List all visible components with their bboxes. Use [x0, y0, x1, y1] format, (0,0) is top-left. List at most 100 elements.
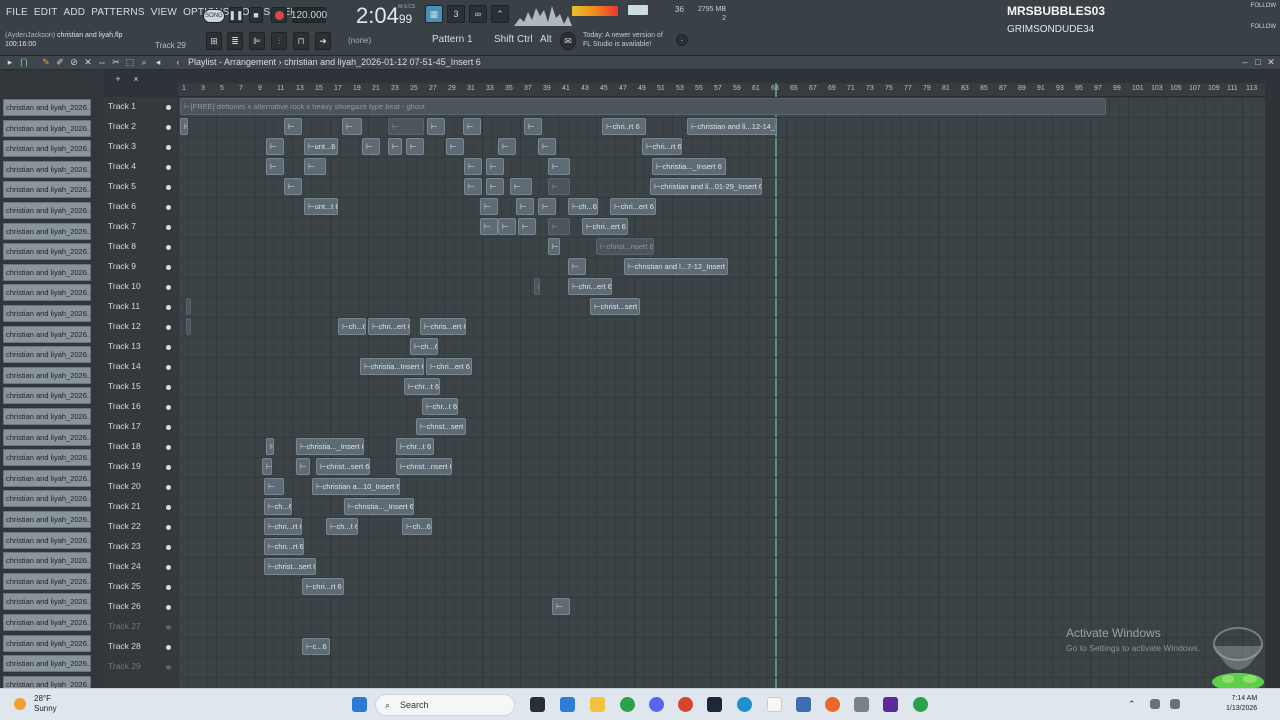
audio-clip[interactable]: ⊢christ...sert 6: [316, 458, 370, 475]
track-header[interactable]: Track 1: [104, 97, 178, 117]
pattern-item[interactable]: christian and liyah_2026...: [3, 160, 91, 178]
track-enable-led[interactable]: [166, 325, 171, 330]
track-header[interactable]: Track 13: [104, 337, 178, 357]
audio-clip[interactable]: ⊢: [548, 218, 570, 235]
audio-clip[interactable]: ⊢christia..._Insert 6: [296, 438, 364, 455]
pattern-item[interactable]: christian and liyah_2026...: [3, 284, 91, 302]
vertical-scrollbar[interactable]: [1266, 97, 1280, 688]
remove-icon[interactable]: ×: [130, 73, 142, 85]
audio-clip[interactable]: ⊢: [464, 158, 482, 175]
audio-clip[interactable]: ⊢: [388, 138, 402, 155]
pattern-item[interactable]: christian and liyah_2026...: [3, 325, 91, 343]
track-header[interactable]: Track 21: [104, 497, 178, 517]
paint-tool-icon[interactable]: ✐: [54, 56, 66, 68]
track-enable-led[interactable]: [166, 165, 171, 170]
alt-key[interactable]: Alt: [540, 34, 552, 45]
track-header[interactable]: Track 19: [104, 457, 178, 477]
zoom-tool-icon[interactable]: ⌕: [138, 56, 150, 68]
audio-clip[interactable]: ⊢: [180, 118, 188, 135]
metronome-icon[interactable]: ⌃: [491, 5, 509, 23]
channel-rack-icon[interactable]: ⊫: [249, 32, 265, 50]
audio-clip[interactable]: ⊢: [406, 138, 424, 155]
track-header[interactable]: Track 16: [104, 397, 178, 417]
audio-clip[interactable]: ⊢chri...rt 6: [264, 518, 302, 535]
pattern-item[interactable]: christian and liyah_2026...: [3, 428, 91, 446]
audio-clip[interactable]: ⊢: [480, 218, 498, 235]
pattern-item[interactable]: christian and liyah_2026...: [3, 614, 91, 631]
next-icon[interactable]: ➜: [315, 32, 331, 50]
audio-clip[interactable]: ⊢: [296, 458, 310, 475]
track-enable-led[interactable]: [166, 185, 171, 190]
audio-clip[interactable]: ⊢chri...rt 6: [642, 138, 682, 155]
track-header[interactable]: Track 28: [104, 637, 178, 657]
audio-clip[interactable]: ⊢christia..._Insert 6: [652, 158, 726, 175]
audio-clip[interactable]: ⊢: [498, 218, 516, 235]
track-enable-led[interactable]: [166, 285, 171, 290]
track-header[interactable]: Track 14: [104, 357, 178, 377]
track-enable-led[interactable]: [166, 585, 171, 590]
track-header[interactable]: Track 6: [104, 197, 178, 217]
pattern-item[interactable]: christian and liyah_2026...: [3, 552, 91, 570]
brave-icon[interactable]: [678, 697, 693, 712]
ctrl-key[interactable]: Ctrl: [517, 34, 533, 45]
pattern-item[interactable]: christian and liyah_2026...: [3, 572, 91, 590]
pattern-item[interactable]: christian and liyah_2026...: [3, 346, 91, 364]
news-icon[interactable]: ✉: [560, 32, 576, 50]
piano-roll-icon[interactable]: ≣: [227, 32, 243, 50]
audio-clip[interactable]: ⊢ch...6: [568, 198, 598, 215]
track-header[interactable]: Track 23: [104, 537, 178, 557]
pattern-item[interactable]: christian and liyah_2026...: [3, 387, 91, 405]
track-enable-led[interactable]: [166, 225, 171, 230]
audio-clip[interactable]: ⊢: [266, 438, 274, 455]
audio-clip[interactable]: ⊢ch...6: [410, 338, 438, 355]
slice-tool-icon[interactable]: ✂: [110, 56, 122, 68]
audio-clip[interactable]: ⊢ch...6: [264, 498, 292, 515]
track-enable-led[interactable]: [166, 305, 171, 310]
notepad-icon[interactable]: [767, 697, 782, 712]
wifi-icon[interactable]: [1150, 699, 1160, 709]
track-enable-led[interactable]: [166, 485, 171, 490]
minimize-icon[interactable]: ‒: [1240, 56, 1250, 68]
audio-clip[interactable]: ⊢: [186, 298, 191, 315]
track-header[interactable]: Track 27: [104, 617, 178, 637]
audio-clip[interactable]: ⊢chri...ert 6: [582, 218, 628, 235]
audio-clip[interactable]: ⊢unt...6: [304, 138, 338, 155]
track-header[interactable]: Track 17: [104, 417, 178, 437]
select-tool-icon[interactable]: ⬚: [124, 56, 136, 68]
track-enable-led[interactable]: [166, 425, 171, 430]
audio-clip[interactable]: ⊢christian a...10_Insert 6: [312, 478, 400, 495]
plugin-icon[interactable]: ⊓: [293, 32, 309, 50]
audio-clip[interactable]: ⊢: [480, 198, 498, 215]
audio-clip[interactable]: ⊢unt...t 6: [304, 198, 338, 215]
track-enable-led[interactable]: [166, 505, 171, 510]
track-enable-led[interactable]: [166, 605, 171, 610]
track-enable-led[interactable]: [166, 265, 171, 270]
track-header[interactable]: Track 11: [104, 297, 178, 317]
audio-clip[interactable]: ⊢: [518, 218, 536, 235]
audio-clip[interactable]: ⊢: [262, 458, 272, 475]
track-enable-led[interactable]: [166, 545, 171, 550]
audio-clip[interactable]: ⊢chr...t 6: [396, 438, 434, 455]
audio-clip[interactable]: ⊢christ...nsert 6: [396, 458, 452, 475]
loop-icon[interactable]: ∞: [469, 5, 487, 23]
audio-clip[interactable]: ⊢: [534, 278, 540, 295]
menu-file[interactable]: FILE: [6, 7, 28, 18]
record-button[interactable]: [271, 7, 287, 23]
pause-button[interactable]: ❚❚: [228, 7, 244, 23]
track-header[interactable]: Track 12: [104, 317, 178, 337]
magnet-icon[interactable]: ⋂: [18, 56, 30, 68]
audio-clip[interactable]: ⊢christ...sert 6: [416, 418, 466, 435]
audio-clip[interactable]: ⊢christia...Insert 6: [360, 358, 424, 375]
track-header[interactable]: Track 4: [104, 157, 178, 177]
audio-clip[interactable]: ⊢ch...6: [338, 318, 366, 335]
audio-clip[interactable]: ⊢c...6: [302, 638, 330, 655]
audio-clip[interactable]: ⊢christian and li...01-29_Insert 6: [650, 178, 762, 195]
track-header[interactable]: Track 7: [104, 217, 178, 237]
pattern-selector-none[interactable]: (none): [348, 36, 371, 45]
track-enable-led[interactable]: [166, 525, 171, 530]
pattern-selector[interactable]: Pattern 1: [432, 34, 473, 45]
song-mode-toggle[interactable]: SONG: [203, 9, 225, 23]
audio-clip[interactable]: ⊢: [548, 238, 560, 255]
track-header[interactable]: Track 24: [104, 557, 178, 577]
audio-clip[interactable]: ⊢chri...ert 6: [568, 278, 612, 295]
